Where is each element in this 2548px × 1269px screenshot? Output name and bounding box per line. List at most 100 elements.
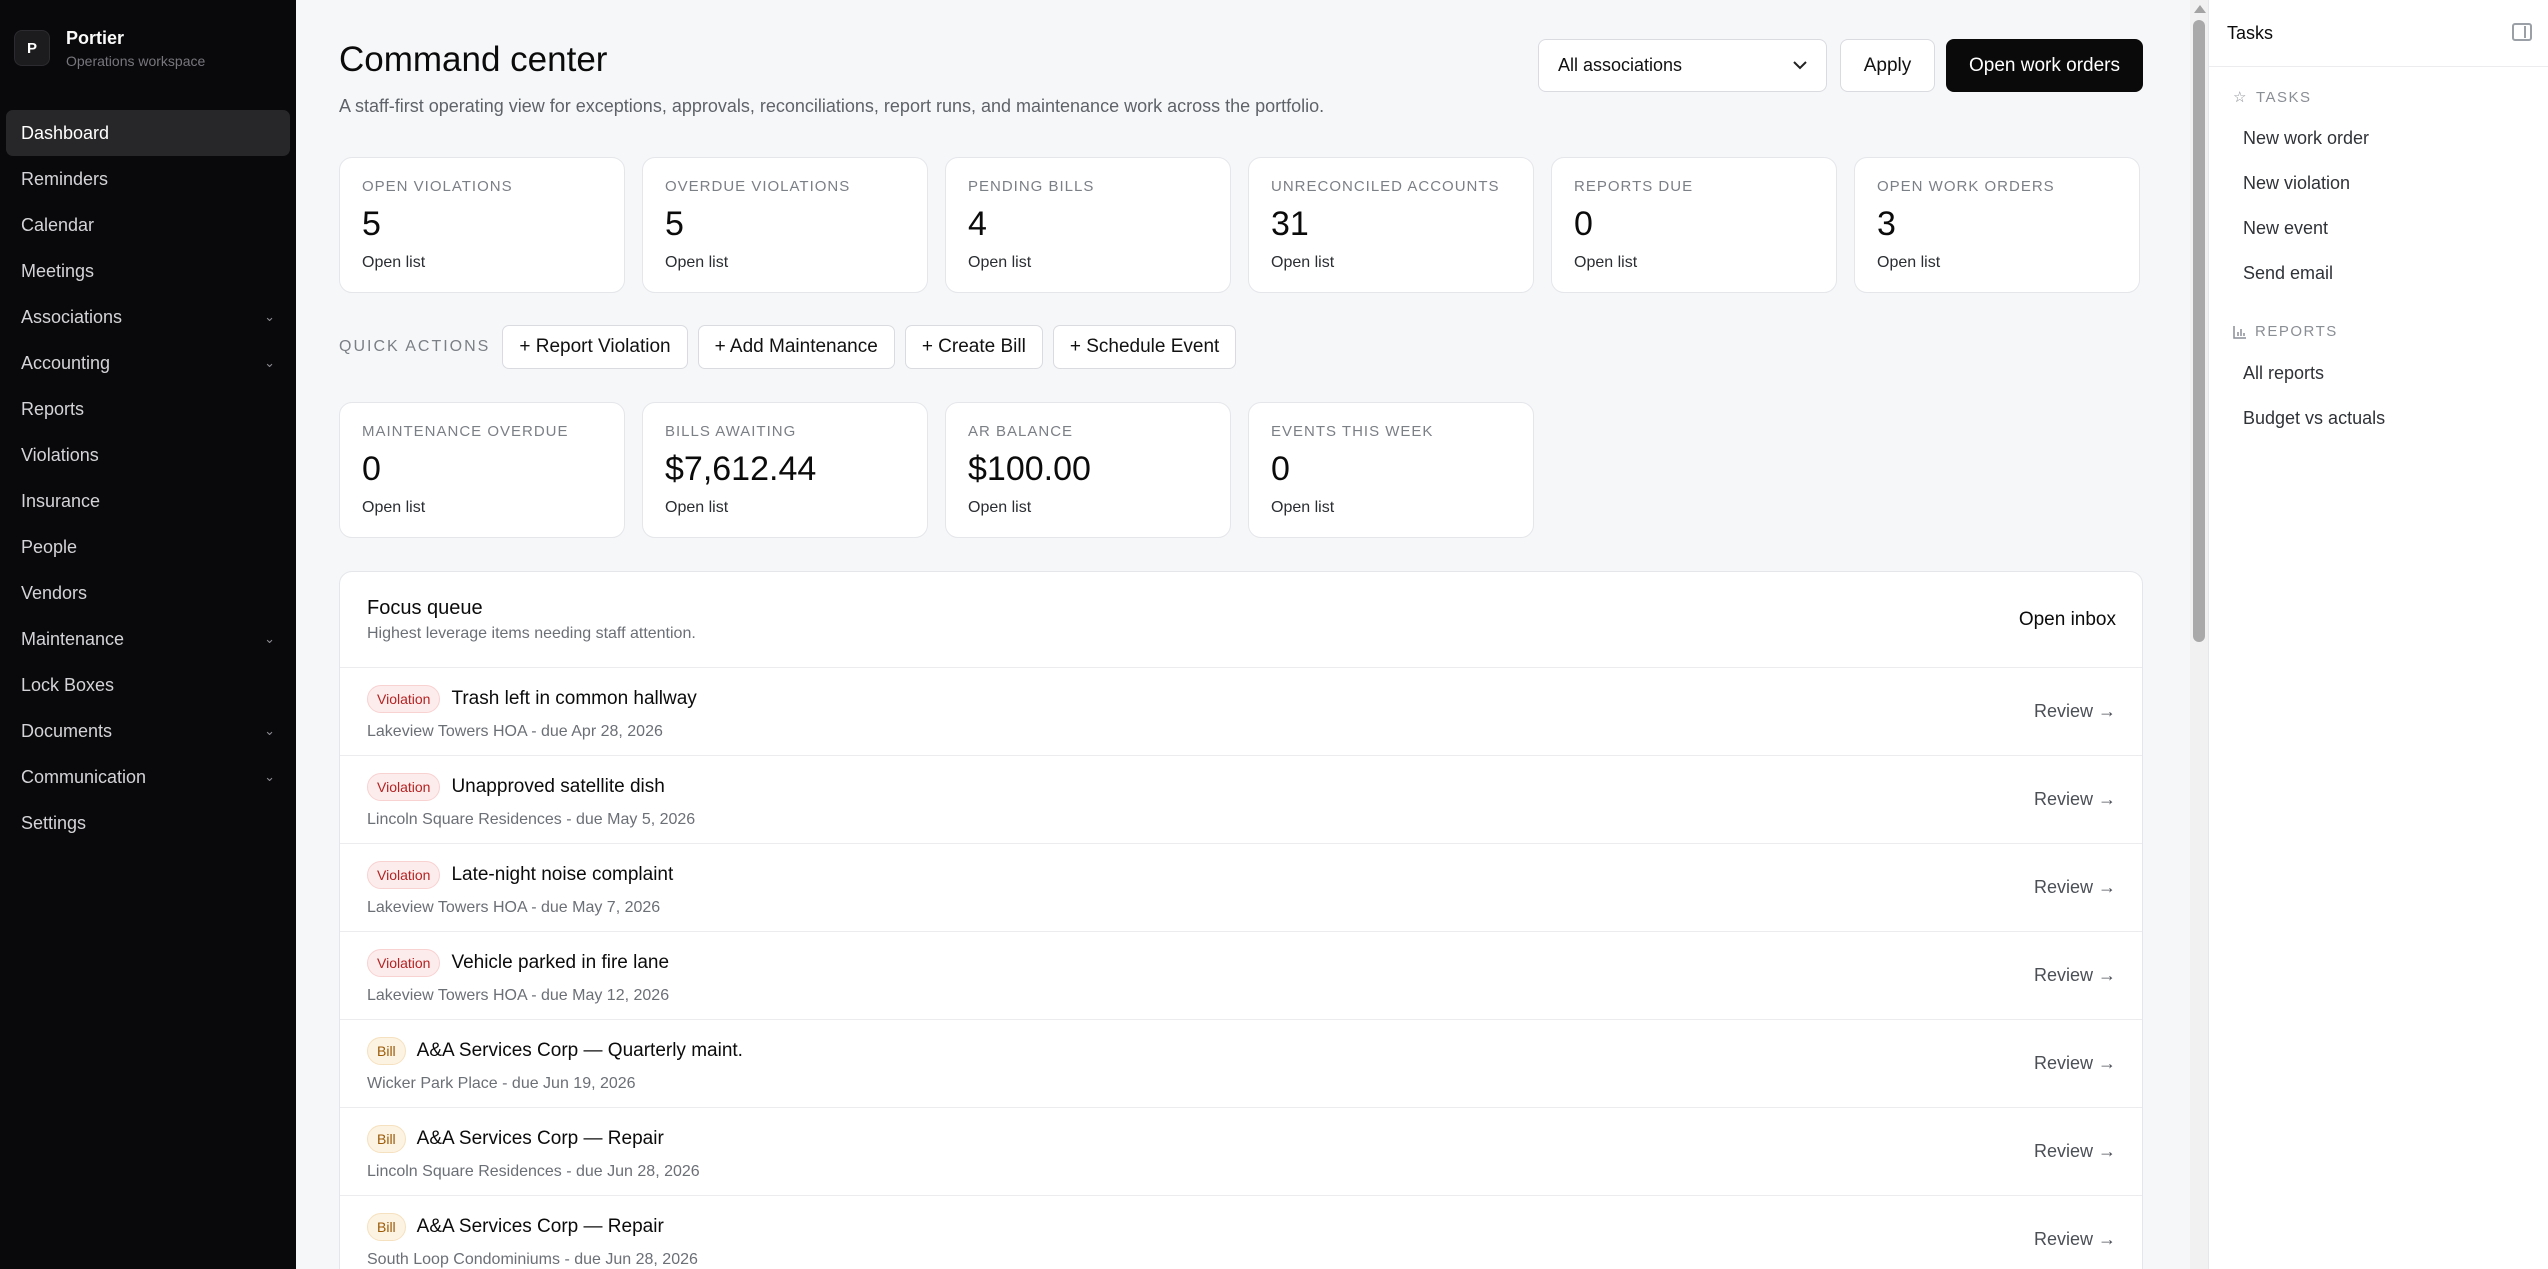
stat-value: 0	[1574, 205, 1593, 243]
open-list-link[interactable]: Open list	[968, 254, 1208, 272]
review-link[interactable]: Review →	[2034, 965, 2116, 986]
stats-row-secondary: MAINTENANCE OVERDUE 0 Open list BILLS AW…	[339, 402, 1534, 538]
main-content: Command center A staff-first operating v…	[296, 0, 2190, 1269]
sidebar-item-reminders[interactable]: Reminders	[6, 156, 290, 202]
open-work-orders-button[interactable]: Open work orders	[1946, 39, 2143, 92]
review-link[interactable]: Review →	[2034, 1053, 2116, 1074]
queue-item[interactable]: Bill A&A Services Corp — Quarterly maint…	[340, 1020, 2142, 1108]
queue-item[interactable]: Violation Unapproved satellite dish Linc…	[340, 756, 2142, 844]
queue-item-meta: Lakeview Towers HOA - due May 7, 2026	[367, 899, 661, 916]
review-link[interactable]: Review →	[2034, 701, 2116, 722]
review-link[interactable]: Review →	[2034, 1229, 2116, 1250]
open-list-link[interactable]: Open list	[968, 499, 1208, 517]
sidebar-item-documents[interactable]: Documents ⌄	[6, 708, 290, 754]
new-violation-link[interactable]: New violation	[2243, 173, 2350, 194]
tasks-panel-title: Tasks	[2227, 23, 2274, 43]
association-filter-select[interactable]: All associations	[1538, 39, 1827, 92]
brand-logo: P	[14, 30, 50, 66]
stat-label: UNRECONCILED ACCOUNTS	[1271, 178, 1500, 195]
stat-value: $100.00	[968, 450, 1091, 488]
bar-chart-icon	[2233, 325, 2246, 339]
new-work-order-link[interactable]: New work order	[2243, 128, 2369, 149]
sidebar-item-label: Vendors	[21, 582, 88, 603]
sidebar-item-maintenance[interactable]: Maintenance ⌄	[6, 616, 290, 662]
open-list-link[interactable]: Open list	[665, 254, 905, 272]
sidebar-item-insurance[interactable]: Insurance	[6, 478, 290, 524]
brand-subtitle: Operations workspace	[66, 52, 206, 69]
sidebar-item-lock-boxes[interactable]: Lock Boxes	[6, 662, 290, 708]
sidebar-item-calendar[interactable]: Calendar	[6, 202, 290, 248]
stat-card-pending-bills[interactable]: PENDING BILLS 4 Open list	[945, 157, 1231, 293]
main-scrollbar[interactable]	[2190, 0, 2208, 1269]
open-list-link[interactable]: Open list	[1271, 499, 1511, 517]
stat-card-unreconciled-accounts[interactable]: UNRECONCILED ACCOUNTS 31 Open list	[1248, 157, 1534, 293]
bill-badge: Bill	[367, 1037, 406, 1065]
brand[interactable]: P Portier Operations workspace	[0, 0, 296, 72]
stat-card-ar-balance[interactable]: AR BALANCE $100.00 Open list	[945, 402, 1231, 538]
sidebar-item-violations[interactable]: Violations	[6, 432, 290, 478]
queue-item[interactable]: Bill A&A Services Corp — Repair South Lo…	[340, 1196, 2142, 1269]
sidebar-item-vendors[interactable]: Vendors	[6, 570, 290, 616]
queue-item-title: A&A Services Corp — Repair	[416, 1128, 664, 1149]
stat-label: EVENTS THIS WEEK	[1271, 423, 1434, 440]
review-link[interactable]: Review →	[2034, 789, 2116, 810]
stat-value: 4	[968, 205, 987, 243]
stat-card-bills-awaiting[interactable]: BILLS AWAITING $7,612.44 Open list	[642, 402, 928, 538]
open-list-link[interactable]: Open list	[1574, 254, 1814, 272]
apply-button[interactable]: Apply	[1840, 39, 1935, 92]
sidebar-item-associations[interactable]: Associations ⌄	[6, 294, 290, 340]
sidebar-item-communication[interactable]: Communication ⌄	[6, 754, 290, 800]
stat-card-reports-due[interactable]: REPORTS DUE 0 Open list	[1551, 157, 1837, 293]
open-inbox-link[interactable]: Open inbox	[2019, 609, 2116, 631]
sidebar-item-label: Insurance	[21, 490, 101, 511]
scroll-up-arrow-icon[interactable]	[2194, 5, 2206, 13]
stat-card-overdue-violations[interactable]: OVERDUE VIOLATIONS 5 Open list	[642, 157, 928, 293]
open-list-link[interactable]: Open list	[1271, 254, 1511, 272]
tasks-panel-header: Tasks	[2209, 0, 2548, 67]
tasks-section-label: TASKS	[2255, 88, 2312, 106]
queue-item[interactable]: Violation Trash left in common hallway L…	[340, 668, 2142, 756]
chevron-down-icon: ⌄	[264, 355, 275, 370]
stat-card-events-this-week[interactable]: EVENTS THIS WEEK 0 Open list	[1248, 402, 1534, 538]
send-email-link[interactable]: Send email	[2243, 263, 2333, 284]
report-violation-button[interactable]: + Report Violation	[502, 325, 688, 369]
stat-label: OPEN WORK ORDERS	[1877, 178, 2055, 195]
sidebar-item-label: Documents	[21, 720, 113, 741]
all-reports-link[interactable]: All reports	[2243, 363, 2324, 384]
bill-badge: Bill	[367, 1213, 406, 1241]
quick-actions: QUICK ACTIONS + Report Violation + Add M…	[339, 325, 1237, 369]
queue-item[interactable]: Violation Late-night noise complaint Lak…	[340, 844, 2142, 932]
open-list-link[interactable]: Open list	[1877, 254, 2117, 272]
page-subtitle: A staff-first operating view for excepti…	[339, 96, 1325, 116]
review-link[interactable]: Review →	[2034, 1141, 2116, 1162]
panel-collapse-icon[interactable]	[2512, 23, 2532, 41]
sidebar-item-settings[interactable]: Settings	[6, 800, 290, 846]
new-event-link[interactable]: New event	[2243, 218, 2328, 239]
stat-card-open-violations[interactable]: OPEN VIOLATIONS 5 Open list	[339, 157, 625, 293]
sidebar-item-people[interactable]: People	[6, 524, 290, 570]
sidebar-item-label: Calendar	[21, 214, 95, 235]
add-maintenance-button[interactable]: + Add Maintenance	[697, 325, 895, 369]
queue-item[interactable]: Violation Vehicle parked in fire lane La…	[340, 932, 2142, 1020]
sidebar-item-dashboard[interactable]: Dashboard	[6, 110, 290, 156]
sidebar-item-label: Associations	[21, 306, 123, 327]
stats-row-primary: OPEN VIOLATIONS 5 Open list OVERDUE VIOL…	[339, 157, 2140, 293]
open-list-link[interactable]: Open list	[362, 499, 602, 517]
stat-card-maintenance-overdue[interactable]: MAINTENANCE OVERDUE 0 Open list	[339, 402, 625, 538]
review-link[interactable]: Review →	[2034, 877, 2116, 898]
create-bill-button[interactable]: + Create Bill	[904, 325, 1043, 369]
budget-vs-actuals-link[interactable]: Budget vs actuals	[2243, 408, 2385, 429]
sidebar-item-reports[interactable]: Reports	[6, 386, 290, 432]
queue-item[interactable]: Bill A&A Services Corp — Repair Lincoln …	[340, 1108, 2142, 1196]
stat-label: REPORTS DUE	[1574, 178, 1694, 195]
brand-name: Portier	[66, 27, 125, 48]
sidebar-item-accounting[interactable]: Accounting ⌄	[6, 340, 290, 386]
open-list-link[interactable]: Open list	[665, 499, 905, 517]
sidebar-item-label: Meetings	[21, 260, 95, 281]
schedule-event-button[interactable]: + Schedule Event	[1052, 325, 1237, 369]
scrollbar-thumb[interactable]	[2193, 20, 2205, 642]
quick-actions-label: QUICK ACTIONS	[339, 338, 491, 355]
sidebar-item-meetings[interactable]: Meetings	[6, 248, 290, 294]
open-list-link[interactable]: Open list	[362, 254, 602, 272]
stat-card-open-work-orders[interactable]: OPEN WORK ORDERS 3 Open list	[1854, 157, 2140, 293]
